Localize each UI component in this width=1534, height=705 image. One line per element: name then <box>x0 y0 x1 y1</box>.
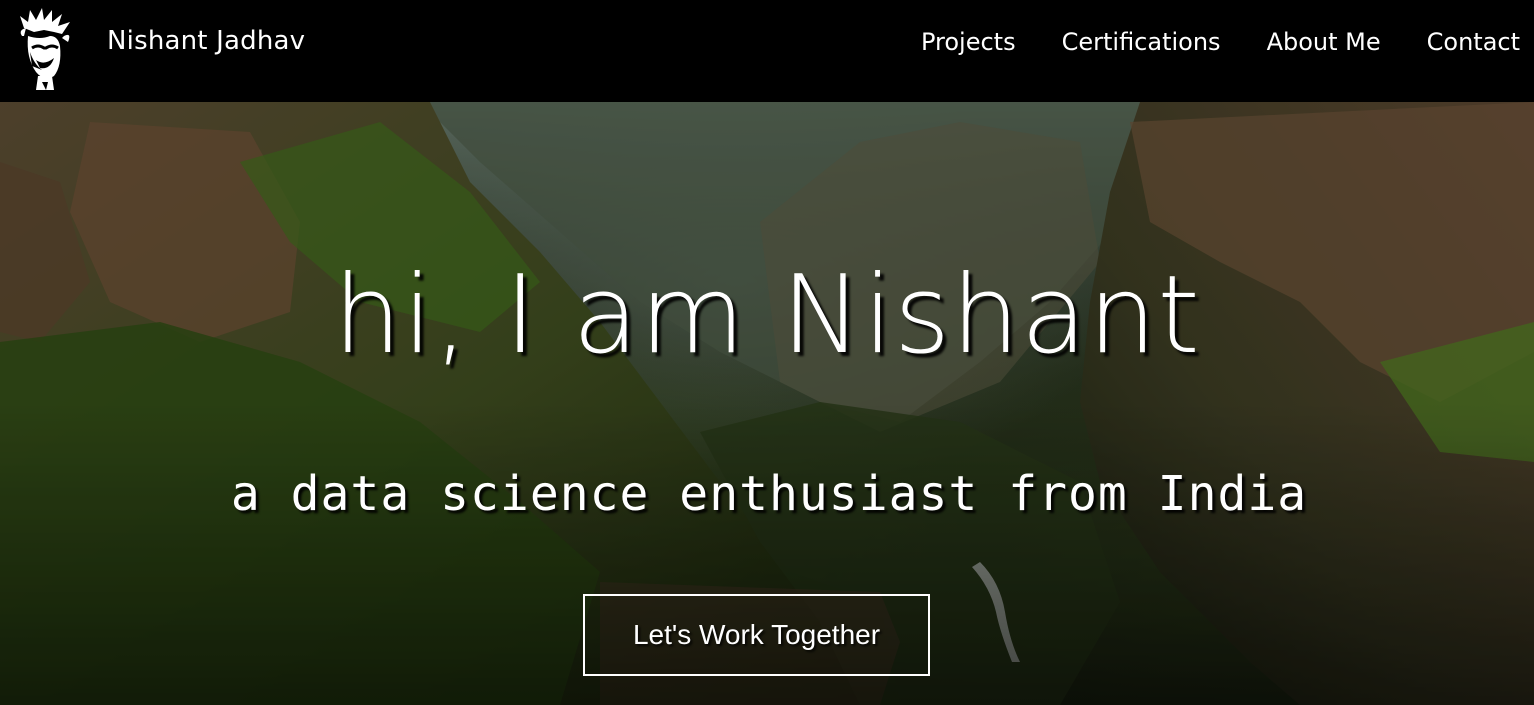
lets-work-together-button[interactable]: Let's Work Together <box>583 594 930 676</box>
nav-menu: Projects Certifications About Me Contact <box>921 28 1520 56</box>
nav-link-projects[interactable]: Projects <box>921 28 1016 56</box>
hero-section: hi, I am Nishant a data science enthusia… <box>0 102 1534 705</box>
hero-title: hi, I am Nishant <box>333 253 1201 378</box>
navbar: Nishant Jadhav Projects Certifications A… <box>0 0 1534 102</box>
nav-link-about-me[interactable]: About Me <box>1267 28 1381 56</box>
portrait-logo-icon[interactable] <box>14 6 76 92</box>
nav-link-contact[interactable]: Contact <box>1427 28 1520 56</box>
nav-link-certifications[interactable]: Certifications <box>1062 28 1221 56</box>
hero-subtitle: a data science enthusiast from India <box>230 466 1308 522</box>
brand-name[interactable]: Nishant Jadhav <box>107 26 305 56</box>
